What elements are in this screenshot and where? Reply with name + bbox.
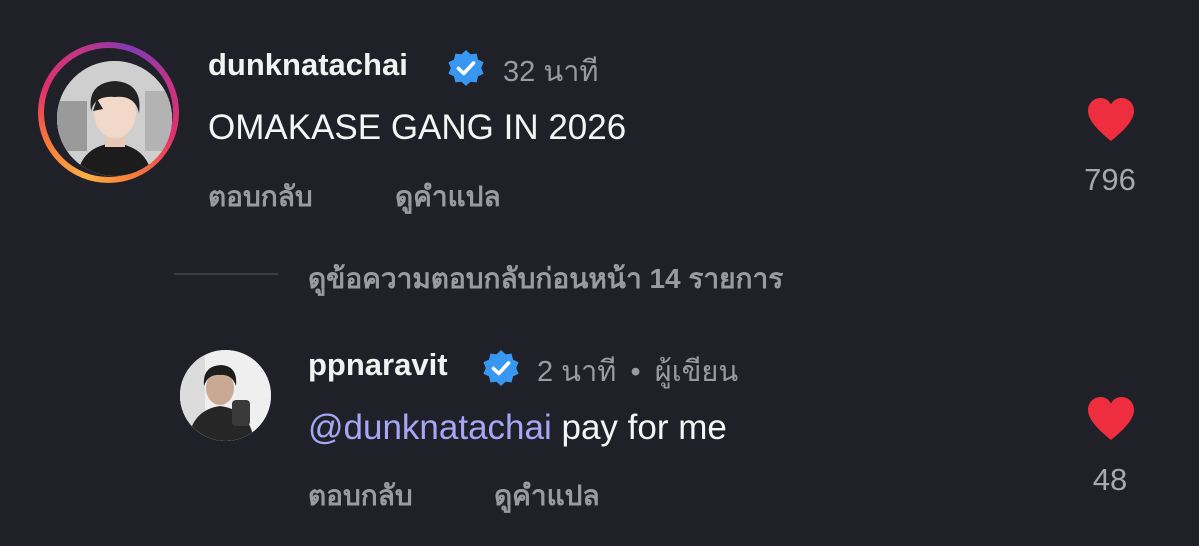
story-ring-gap — [44, 48, 173, 177]
avatar-photo — [180, 350, 271, 441]
comment-timestamp: 32 นาที — [503, 56, 599, 88]
avatar[interactable] — [57, 61, 172, 176]
see-translation-button[interactable]: ดูคำแปล — [395, 175, 501, 219]
comment-username[interactable]: dunknatachai — [208, 47, 408, 83]
like-count: 48 — [1092, 462, 1128, 497]
see-translation-button[interactable]: ดูคำแปล — [494, 474, 600, 518]
avatar-photo — [57, 61, 172, 176]
comment-username[interactable]: ppnaravit — [308, 347, 448, 383]
reply-button[interactable]: ตอบกลับ — [208, 175, 313, 219]
mention-link[interactable]: @dunknatachai — [308, 408, 552, 447]
comment-body: pay for me — [551, 408, 727, 447]
view-previous-replies-button[interactable]: ดูข้อความตอบกลับก่อนหน้า 14 รายการ — [308, 257, 783, 301]
comment-text: @dunknatachai pay for me — [308, 408, 727, 448]
comment-text: OMAKASE GANG IN 2026 — [208, 108, 627, 147]
verified-badge-icon — [483, 350, 519, 386]
time-text: 2 นาที — [537, 356, 617, 388]
verified-badge-icon — [448, 50, 484, 86]
avatar[interactable] — [180, 350, 271, 441]
like-count: 796 — [1084, 162, 1136, 197]
story-ring[interactable] — [38, 42, 179, 183]
comment-timestamp: 2 นาที • ผู้เขียน — [537, 348, 738, 394]
reply-button[interactable]: ตอบกลับ — [308, 474, 413, 518]
replies-divider — [174, 273, 278, 275]
author-tag: ผู้เขียน — [654, 356, 739, 388]
heart-icon[interactable] — [1085, 396, 1137, 442]
heart-icon[interactable] — [1085, 97, 1137, 143]
meta-separator: • — [630, 356, 641, 388]
